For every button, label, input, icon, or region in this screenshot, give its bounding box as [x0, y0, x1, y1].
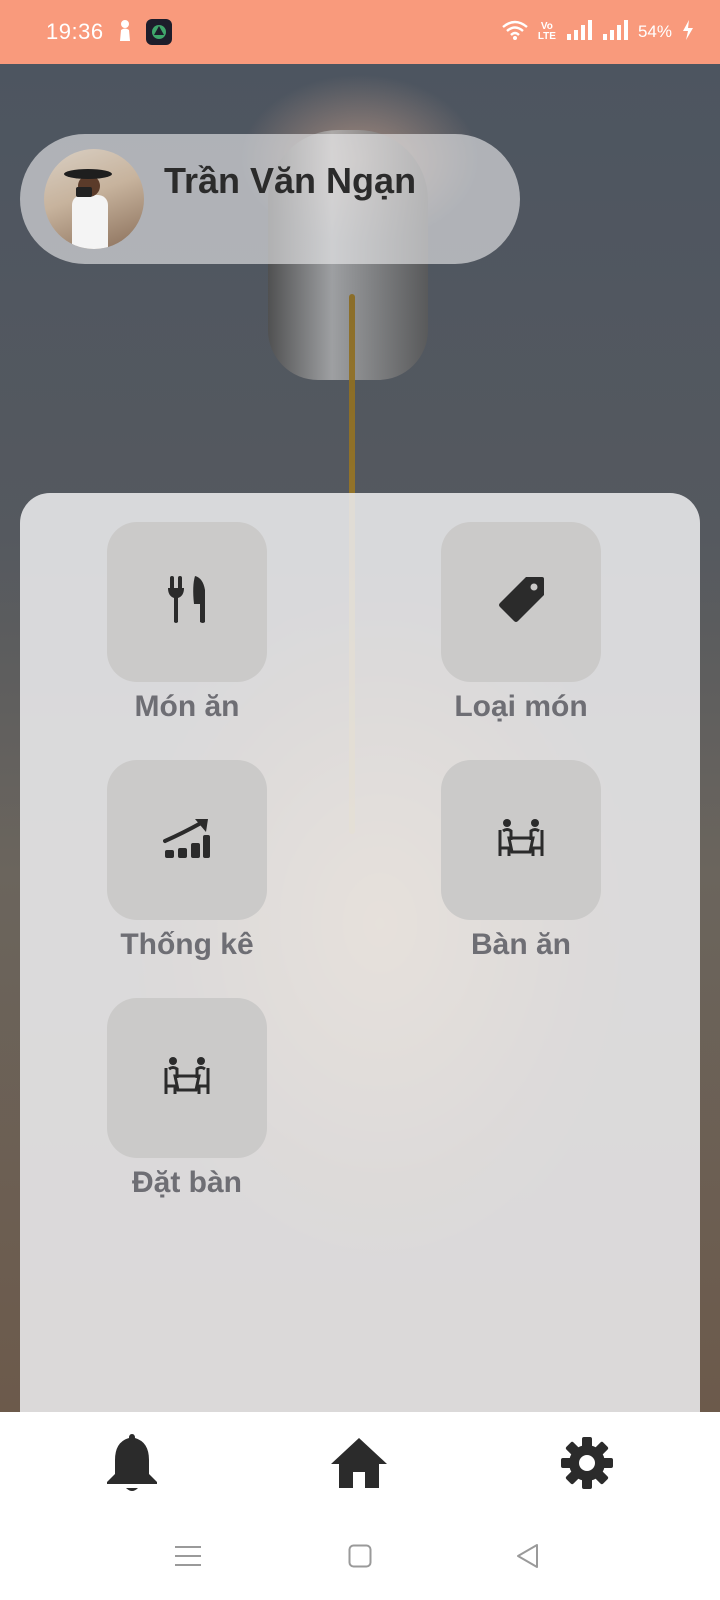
- menu-item-label: Món ăn: [134, 690, 240, 723]
- bottom-nav: [0, 1412, 720, 1516]
- volte-icon: Vo LTE: [537, 21, 556, 42]
- status-bar: 19:36 Vo LTE 54%: [0, 0, 720, 64]
- app-icon: [145, 19, 172, 45]
- back-button[interactable]: [508, 1538, 548, 1578]
- nav-settings-button[interactable]: [552, 1430, 622, 1500]
- signal-icon: [602, 19, 628, 45]
- avatar[interactable]: [44, 149, 144, 249]
- menu-item-label: Đặt bàn: [131, 1166, 242, 1199]
- profile-name: Trần Văn Ngạn: [164, 160, 417, 201]
- square-icon: [348, 1544, 372, 1573]
- reserve-table-icon: [163, 1056, 211, 1101]
- menu-item-label: Bàn ăn: [470, 928, 572, 961]
- person-icon: [118, 19, 132, 46]
- menu-item-thong-ke[interactable]: Thống kê: [87, 760, 287, 962]
- gear-icon: [560, 1436, 614, 1495]
- chart-trend-icon: [163, 817, 211, 864]
- menu-item-dat-ban[interactable]: Đặt bàn: [87, 998, 287, 1200]
- bell-icon: [101, 1432, 163, 1499]
- profile-card[interactable]: Trần Văn Ngạn: [20, 134, 520, 264]
- menu-tile[interactable]: [107, 522, 267, 682]
- fork-knife-icon: [167, 575, 207, 629]
- menu-tile[interactable]: [107, 998, 267, 1158]
- nav-home-button[interactable]: [324, 1430, 394, 1500]
- recents-button[interactable]: [168, 1538, 208, 1578]
- signal-icon: [566, 19, 592, 45]
- menu-item-loai-mon[interactable]: Loại món: [421, 522, 621, 724]
- menu-panel: Món ăn Loại món Thống kê Bàn ăn Đặt bàn: [20, 493, 700, 1413]
- nav-notifications-button[interactable]: [97, 1430, 167, 1500]
- menu-lines-icon: [175, 1544, 201, 1573]
- back-triangle-icon: [515, 1543, 541, 1574]
- charging-icon: [682, 19, 694, 45]
- battery-text: 54%: [637, 22, 672, 41]
- menu-item-mon-an[interactable]: Món ăn: [87, 522, 287, 724]
- home-icon: [329, 1436, 389, 1495]
- menu-item-label: Thống kê: [120, 928, 254, 961]
- dining-table-icon: [497, 818, 545, 863]
- menu-item-label: Loại món: [454, 690, 588, 723]
- wifi-icon: [502, 20, 528, 45]
- menu-tile[interactable]: [441, 522, 601, 682]
- menu-item-ban-an[interactable]: Bàn ăn: [421, 760, 621, 962]
- tag-icon: [496, 575, 546, 630]
- status-time: 19:36: [46, 19, 104, 44]
- menu-tile[interactable]: [107, 760, 267, 920]
- menu-tile[interactable]: [441, 760, 601, 920]
- system-nav-bar: [0, 1516, 720, 1600]
- system-home-button[interactable]: [340, 1538, 380, 1578]
